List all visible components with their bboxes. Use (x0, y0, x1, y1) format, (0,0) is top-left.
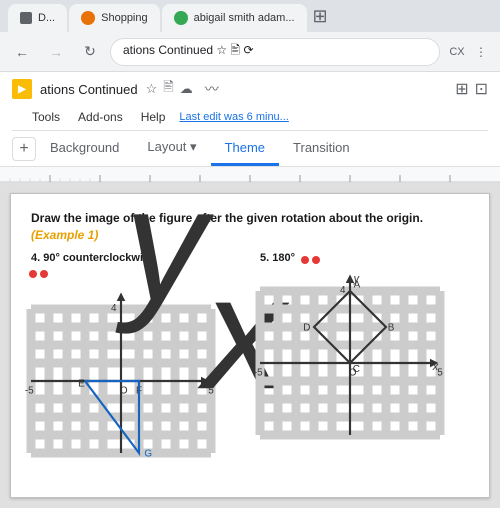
menu-tools[interactable]: Tools (24, 106, 68, 128)
cloud-icon[interactable]: ☁ (180, 81, 193, 97)
svg-text:C: C (353, 364, 360, 375)
red-dot-1 (29, 270, 37, 278)
tab2-favicon (81, 11, 95, 25)
forward-button[interactable]: → (42, 38, 70, 66)
ruler: // Rendered inline below as static marks (0, 167, 500, 183)
svg-text:y: y (115, 183, 215, 335)
address-bar-row: ← → ↻ ations Continued ☆ 🖹 ⟳ CX ⋮ (0, 32, 500, 72)
right-controls: ⊞ ⊡ (455, 79, 488, 99)
red-dots-p4 (29, 270, 48, 278)
tab3-favicon (174, 11, 188, 25)
menu-icon[interactable]: ⋮ (470, 41, 492, 63)
grid-icon[interactable]: ⊞ (455, 79, 468, 99)
slides-title-row: ▶ ations Continued ☆ 🖹 ☁ 〰 ⊞ ⊡ (12, 78, 488, 104)
svg-text:G: G (144, 448, 152, 459)
problem-4: 4. 90° counterclockwise (31, 252, 240, 481)
svg-text:5: 5 (437, 367, 443, 378)
svg-text:B: B (388, 322, 395, 333)
tab2-label: Shopping (101, 12, 148, 24)
slide-tab-bar: + Background Layout ▾ Theme Transition (0, 131, 500, 167)
svg-text:D: D (303, 322, 310, 333)
last-edit-link[interactable]: Last edit was 6 minu... (179, 111, 288, 123)
folder-icon[interactable]: 🖹 (163, 78, 173, 100)
red-dots-p5 (301, 256, 320, 264)
tab-theme[interactable]: Theme (211, 132, 279, 166)
graph-4-container: x y -5 5 F O 4 E (31, 286, 240, 481)
tab-3[interactable]: abigail smith adam... (162, 4, 307, 32)
tab-background[interactable]: Background (36, 132, 133, 166)
tab-transition[interactable]: Transition (279, 132, 364, 166)
main-content: Draw the image of the figure after the g… (0, 183, 500, 508)
svg-text:E: E (78, 378, 85, 389)
graph-4-svg: x y -5 5 F O 4 E (31, 286, 211, 476)
cx-icon: CX (446, 41, 468, 63)
graph-5-container: x y -5 5 O 4 A (260, 268, 469, 463)
menu-addons[interactable]: Add-ons (70, 106, 131, 128)
share-icon[interactable]: ⊡ (475, 79, 488, 99)
ext-icons: CX ⋮ (446, 41, 492, 63)
toolbar-add-btn[interactable]: + (12, 137, 36, 161)
svg-text:O: O (120, 385, 128, 396)
problems-row: 4. 90° counterclockwise (31, 252, 469, 481)
graph-5-svg: x y -5 5 O 4 A (260, 268, 440, 458)
tab1-favicon (20, 12, 32, 24)
title-icons: ☆ 🖹 ☁ (146, 78, 193, 100)
svg-text:-5: -5 (25, 385, 34, 396)
address-bar[interactable]: ations Continued ☆ 🖹 ⟳ (110, 38, 440, 66)
slides-app-icon: ▶ (12, 79, 32, 99)
red-dot-2 (40, 270, 48, 278)
slides-header: ▶ ations Continued ☆ 🖹 ☁ 〰 ⊞ ⊡ Tools Add… (0, 72, 500, 131)
problem-5-label: 5. 180° (260, 252, 295, 264)
menu-help[interactable]: Help (133, 106, 174, 128)
star-icon[interactable]: ☆ (146, 81, 158, 97)
problem-5: 5. 180° (260, 252, 469, 481)
red-dot-3 (301, 256, 309, 264)
back-button[interactable]: ← (8, 38, 36, 66)
tab-bar: D... Shopping abigail smith adam... ⊞ (0, 0, 500, 32)
svg-text:A: A (354, 279, 361, 290)
doc-title: ations Continued (40, 82, 138, 97)
tab3-label: abigail smith adam... (194, 12, 295, 24)
svg-text:5: 5 (208, 385, 214, 396)
slide-title: Draw the image of the figure after the g… (31, 210, 469, 244)
tab-layout[interactable]: Layout ▾ (133, 131, 210, 166)
tab-2[interactable]: Shopping (69, 4, 160, 32)
last-edit: Last edit was 6 minu... (179, 111, 288, 123)
red-dot-4 (312, 256, 320, 264)
waveform-icon: 〰 (205, 79, 219, 99)
refresh-button[interactable]: ↻ (76, 38, 104, 66)
address-text: ations Continued ☆ 🖹 ⟳ (123, 41, 254, 62)
svg-text:4: 4 (111, 302, 117, 313)
menu-bar: Tools Add-ons Help Last edit was 6 minu.… (12, 104, 488, 131)
tab-1[interactable]: D... (8, 4, 67, 32)
svg-text:-5: -5 (254, 367, 263, 378)
slide-content: Draw the image of the figure after the g… (10, 193, 490, 498)
browser-chrome: D... Shopping abigail smith adam... ⊞ ← … (0, 0, 500, 508)
svg-text:4: 4 (340, 284, 346, 295)
tab1-label: D... (38, 12, 55, 24)
tab-more-icon: ⊞ (313, 6, 328, 27)
